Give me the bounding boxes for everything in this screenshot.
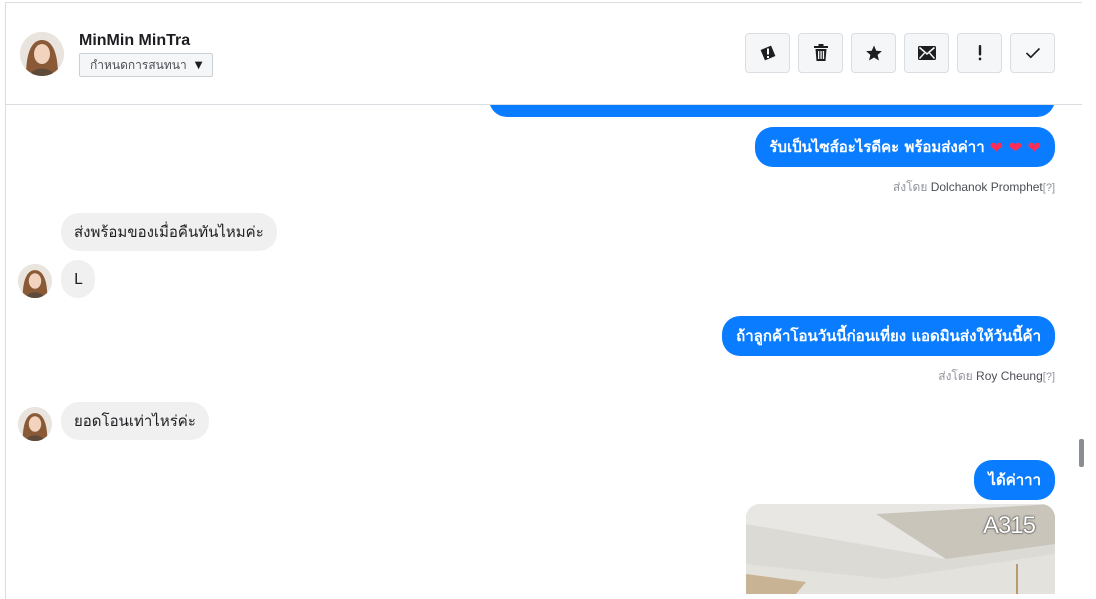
message-bubble-incoming[interactable]: L	[61, 260, 96, 298]
conversation-header: MinMin MinTra กำหนดการสนทนา ▼	[6, 3, 1082, 105]
scrollbar-thumb[interactable]	[1079, 439, 1084, 467]
mark-done-button[interactable]	[1010, 33, 1055, 73]
message-thread[interactable]: รับเป็นไซส์อะไรดีคะ พร้อมส่งค่าา ❤ ❤ ❤ ส…	[6, 105, 1082, 599]
exclamation-icon	[978, 45, 981, 61]
contact-avatar[interactable]	[20, 32, 64, 76]
tag-dropdown-label: กำหนดการสนทนา	[90, 57, 187, 72]
sender-name[interactable]: Dolchanok Promphet	[931, 180, 1043, 194]
message-text: รับเป็นไซส์อะไรดีคะ พร้อมส่งค่าา	[769, 138, 985, 156]
message-text: L	[74, 270, 83, 288]
star-icon	[865, 45, 882, 61]
image-attachment[interactable]: A315	[746, 504, 1055, 594]
exclamation-circle-icon	[760, 45, 775, 61]
help-link[interactable]: [?]	[1043, 182, 1055, 194]
caret-down-icon: ▼	[194, 59, 203, 71]
sent-by-prefix: ส่งโดย	[938, 369, 973, 383]
message-text: ได้ค่าาา	[988, 471, 1041, 489]
envelope-icon	[917, 46, 936, 60]
help-link[interactable]: [?]	[1043, 371, 1055, 383]
sender-name[interactable]: Roy Cheung	[976, 369, 1043, 383]
conversation-tag-dropdown[interactable]: กำหนดการสนทนา ▼	[79, 53, 214, 77]
message-bubble-outgoing[interactable]: ได้ค่าาา	[974, 460, 1055, 500]
sender-avatar[interactable]	[18, 264, 52, 298]
check-icon	[1025, 47, 1040, 59]
sender-avatar[interactable]	[18, 407, 52, 441]
star-button[interactable]	[851, 33, 896, 73]
mark-unread-button[interactable]	[904, 33, 949, 73]
message-bubble-outgoing-cutoff[interactable]	[489, 105, 1055, 117]
message-text: ส่งพร้อมของเมื่อคืนทันไหมค่ะ	[74, 223, 264, 241]
delete-button[interactable]	[798, 33, 843, 73]
action-toolbar	[745, 33, 1055, 73]
message-bubble-outgoing[interactable]: ถ้าลูกค้าโอนวันนี้ก่อนเที่ยง แอดมินส่งให…	[722, 316, 1055, 356]
sent-by-label: ส่งโดย Roy Cheung[?]	[938, 367, 1055, 386]
photo-label: A315	[982, 512, 1036, 539]
trash-icon	[813, 44, 828, 61]
message-text: ยอดโอนเท่าไหร่ค่ะ	[74, 412, 196, 430]
contact-name[interactable]: MinMin MinTra	[79, 32, 190, 50]
sent-by-prefix: ส่งโดย	[892, 180, 928, 194]
spam-alert-button[interactable]	[745, 33, 790, 73]
message-bubble-incoming[interactable]: ยอดโอนเท่าไหร่ค่ะ	[61, 402, 209, 440]
sent-by-label: ส่งโดย Dolchanok Promphet[?]	[893, 178, 1055, 197]
message-bubble-incoming[interactable]: ส่งพร้อมของเมื่อคืนทันไหมค่ะ	[61, 213, 277, 251]
heart-emoji: ❤ ❤ ❤	[989, 137, 1041, 157]
follow-up-button[interactable]	[957, 33, 1002, 73]
message-text: ถ้าลูกค้าโอนวันนี้ก่อนเที่ยง แอดมินส่งให…	[736, 327, 1041, 345]
message-bubble-outgoing[interactable]: รับเป็นไซส์อะไรดีคะ พร้อมส่งค่าา ❤ ❤ ❤	[755, 127, 1055, 167]
